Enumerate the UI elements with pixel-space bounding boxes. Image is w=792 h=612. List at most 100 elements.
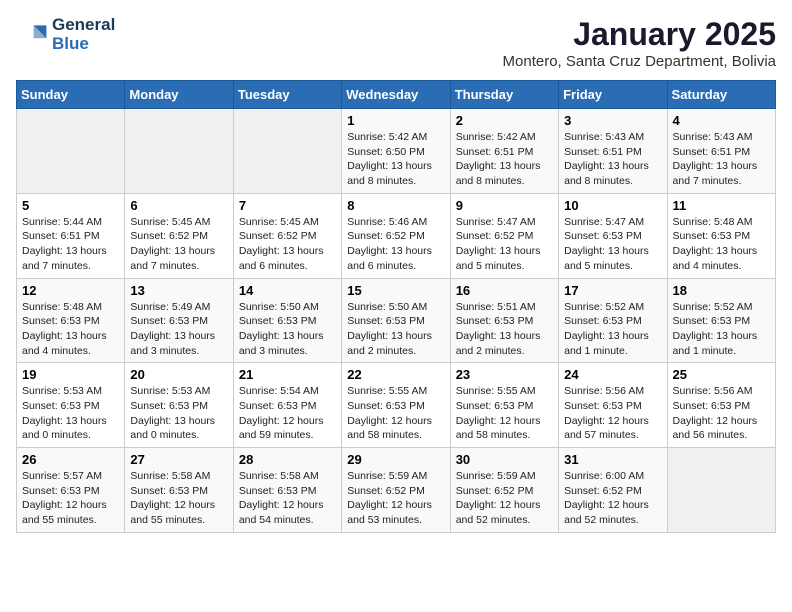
day-number: 11 — [673, 198, 770, 213]
calendar-subtitle: Montero, Santa Cruz Department, Bolivia — [503, 53, 776, 70]
day-info: Sunrise: 5:53 AM Sunset: 6:53 PM Dayligh… — [22, 384, 119, 443]
day-info: Sunrise: 5:42 AM Sunset: 6:51 PM Dayligh… — [456, 130, 553, 189]
day-number: 4 — [673, 113, 770, 128]
day-cell: 10 Sunrise: 5:47 AM Sunset: 6:53 PM Dayli… — [559, 193, 667, 278]
day-number: 7 — [239, 198, 336, 213]
day-info: Sunrise: 5:47 AM Sunset: 6:53 PM Dayligh… — [564, 215, 661, 274]
day-cell: 15 Sunrise: 5:50 AM Sunset: 6:53 PM Dayli… — [342, 278, 450, 363]
day-info: Sunrise: 5:42 AM Sunset: 6:50 PM Dayligh… — [347, 130, 444, 189]
day-info: Sunrise: 5:53 AM Sunset: 6:53 PM Dayligh… — [130, 384, 227, 443]
day-info: Sunrise: 5:55 AM Sunset: 6:53 PM Dayligh… — [456, 384, 553, 443]
day-info: Sunrise: 5:57 AM Sunset: 6:53 PM Dayligh… — [22, 469, 119, 528]
day-cell: 3 Sunrise: 5:43 AM Sunset: 6:51 PM Daylig… — [559, 109, 667, 194]
day-number: 6 — [130, 198, 227, 213]
day-cell: 14 Sunrise: 5:50 AM Sunset: 6:53 PM Dayli… — [233, 278, 341, 363]
day-number: 13 — [130, 283, 227, 298]
logo: General Blue — [16, 16, 115, 53]
day-info: Sunrise: 5:52 AM Sunset: 6:53 PM Dayligh… — [564, 300, 661, 359]
week-row-5: 26Sunrise: 5:57 AM Sunset: 6:53 PM Dayli… — [17, 448, 776, 533]
day-cell — [17, 109, 125, 194]
day-cell: 18Sunrise: 5:52 AM Sunset: 6:53 PM Dayli… — [667, 278, 775, 363]
day-cell: 30 Sunrise: 5:59 AM Sunset: 6:52 PM Dayli… — [450, 448, 558, 533]
week-row-4: 19 Sunrise: 5:53 AM Sunset: 6:53 PM Dayli… — [17, 363, 776, 448]
day-cell: 31 Sunrise: 6:00 AM Sunset: 6:52 PM Dayli… — [559, 448, 667, 533]
day-number: 1 — [347, 113, 444, 128]
calendar-table: SundayMondayTuesdayWednesdayThursdayFrid… — [16, 80, 776, 533]
day-info: Sunrise: 5:56 AM Sunset: 6:53 PM Dayligh… — [564, 384, 661, 443]
page-header: General Blue January 2025 Montero, Santa… — [16, 16, 776, 70]
day-cell: 21Sunrise: 5:54 AM Sunset: 6:53 PM Dayli… — [233, 363, 341, 448]
day-cell: 7 Sunrise: 5:45 AM Sunset: 6:52 PM Daylig… — [233, 193, 341, 278]
day-info: Sunrise: 5:52 AM Sunset: 6:53 PM Dayligh… — [673, 300, 770, 359]
day-cell: 19 Sunrise: 5:53 AM Sunset: 6:53 PM Dayli… — [17, 363, 125, 448]
day-info: Sunrise: 6:00 AM Sunset: 6:52 PM Dayligh… — [564, 469, 661, 528]
day-info: Sunrise: 5:44 AM Sunset: 6:51 PM Dayligh… — [22, 215, 119, 274]
day-number: 17 — [564, 283, 661, 298]
weekday-monday: Monday — [125, 81, 233, 109]
day-info: Sunrise: 5:51 AM Sunset: 6:53 PM Dayligh… — [456, 300, 553, 359]
day-number: 30 — [456, 452, 553, 467]
calendar-body: 1 Sunrise: 5:42 AM Sunset: 6:50 PM Daylig… — [17, 109, 776, 533]
day-info: Sunrise: 5:48 AM Sunset: 6:53 PM Dayligh… — [22, 300, 119, 359]
day-cell: 23 Sunrise: 5:55 AM Sunset: 6:53 PM Dayli… — [450, 363, 558, 448]
day-cell — [233, 109, 341, 194]
day-cell: 12Sunrise: 5:48 AM Sunset: 6:53 PM Dayli… — [17, 278, 125, 363]
day-cell: 29 Sunrise: 5:59 AM Sunset: 6:52 PM Dayli… — [342, 448, 450, 533]
day-number: 27 — [130, 452, 227, 467]
day-info: Sunrise: 5:43 AM Sunset: 6:51 PM Dayligh… — [564, 130, 661, 189]
day-info: Sunrise: 5:56 AM Sunset: 6:53 PM Dayligh… — [673, 384, 770, 443]
day-number: 19 — [22, 367, 119, 382]
weekday-tuesday: Tuesday — [233, 81, 341, 109]
day-cell — [125, 109, 233, 194]
title-block: January 2025 Montero, Santa Cruz Departm… — [503, 16, 776, 70]
day-info: Sunrise: 5:50 AM Sunset: 6:53 PM Dayligh… — [347, 300, 444, 359]
day-cell: 6Sunrise: 5:45 AM Sunset: 6:52 PM Daylig… — [125, 193, 233, 278]
day-info: Sunrise: 5:50 AM Sunset: 6:53 PM Dayligh… — [239, 300, 336, 359]
weekday-wednesday: Wednesday — [342, 81, 450, 109]
weekday-header-row: SundayMondayTuesdayWednesdayThursdayFrid… — [17, 81, 776, 109]
day-number: 25 — [673, 367, 770, 382]
day-number: 10 — [564, 198, 661, 213]
day-info: Sunrise: 5:55 AM Sunset: 6:53 PM Dayligh… — [347, 384, 444, 443]
day-cell: 16 Sunrise: 5:51 AM Sunset: 6:53 PM Dayli… — [450, 278, 558, 363]
day-info: Sunrise: 5:48 AM Sunset: 6:53 PM Dayligh… — [673, 215, 770, 274]
day-cell: 5 Sunrise: 5:44 AM Sunset: 6:51 PM Daylig… — [17, 193, 125, 278]
day-info: Sunrise: 5:43 AM Sunset: 6:51 PM Dayligh… — [673, 130, 770, 189]
day-info: Sunrise: 5:47 AM Sunset: 6:52 PM Dayligh… — [456, 215, 553, 274]
week-row-2: 5 Sunrise: 5:44 AM Sunset: 6:51 PM Daylig… — [17, 193, 776, 278]
day-number: 31 — [564, 452, 661, 467]
week-row-3: 12Sunrise: 5:48 AM Sunset: 6:53 PM Dayli… — [17, 278, 776, 363]
day-number: 3 — [564, 113, 661, 128]
weekday-friday: Friday — [559, 81, 667, 109]
day-info: Sunrise: 5:59 AM Sunset: 6:52 PM Dayligh… — [347, 469, 444, 528]
day-info: Sunrise: 5:45 AM Sunset: 6:52 PM Dayligh… — [239, 215, 336, 274]
weekday-thursday: Thursday — [450, 81, 558, 109]
day-cell: 20Sunrise: 5:53 AM Sunset: 6:53 PM Dayli… — [125, 363, 233, 448]
day-number: 5 — [22, 198, 119, 213]
day-number: 21 — [239, 367, 336, 382]
day-cell: 9Sunrise: 5:47 AM Sunset: 6:52 PM Daylig… — [450, 193, 558, 278]
day-cell: 25 Sunrise: 5:56 AM Sunset: 6:53 PM Dayli… — [667, 363, 775, 448]
day-number: 15 — [347, 283, 444, 298]
day-cell: 24 Sunrise: 5:56 AM Sunset: 6:53 PM Dayli… — [559, 363, 667, 448]
day-number: 16 — [456, 283, 553, 298]
day-number: 28 — [239, 452, 336, 467]
day-cell: 17 Sunrise: 5:52 AM Sunset: 6:53 PM Dayli… — [559, 278, 667, 363]
day-info: Sunrise: 5:58 AM Sunset: 6:53 PM Dayligh… — [239, 469, 336, 528]
day-number: 14 — [239, 283, 336, 298]
day-number: 29 — [347, 452, 444, 467]
logo-icon — [16, 19, 48, 51]
day-cell: 13 Sunrise: 5:49 AM Sunset: 6:53 PM Dayli… — [125, 278, 233, 363]
day-info: Sunrise: 5:49 AM Sunset: 6:53 PM Dayligh… — [130, 300, 227, 359]
day-cell: 1 Sunrise: 5:42 AM Sunset: 6:50 PM Daylig… — [342, 109, 450, 194]
weekday-saturday: Saturday — [667, 81, 775, 109]
logo-text: General Blue — [52, 16, 115, 53]
day-number: 8 — [347, 198, 444, 213]
day-number: 23 — [456, 367, 553, 382]
day-cell — [667, 448, 775, 533]
day-number: 2 — [456, 113, 553, 128]
day-number: 24 — [564, 367, 661, 382]
calendar-title: January 2025 — [503, 16, 776, 53]
day-info: Sunrise: 5:59 AM Sunset: 6:52 PM Dayligh… — [456, 469, 553, 528]
day-cell: 22Sunrise: 5:55 AM Sunset: 6:53 PM Dayli… — [342, 363, 450, 448]
